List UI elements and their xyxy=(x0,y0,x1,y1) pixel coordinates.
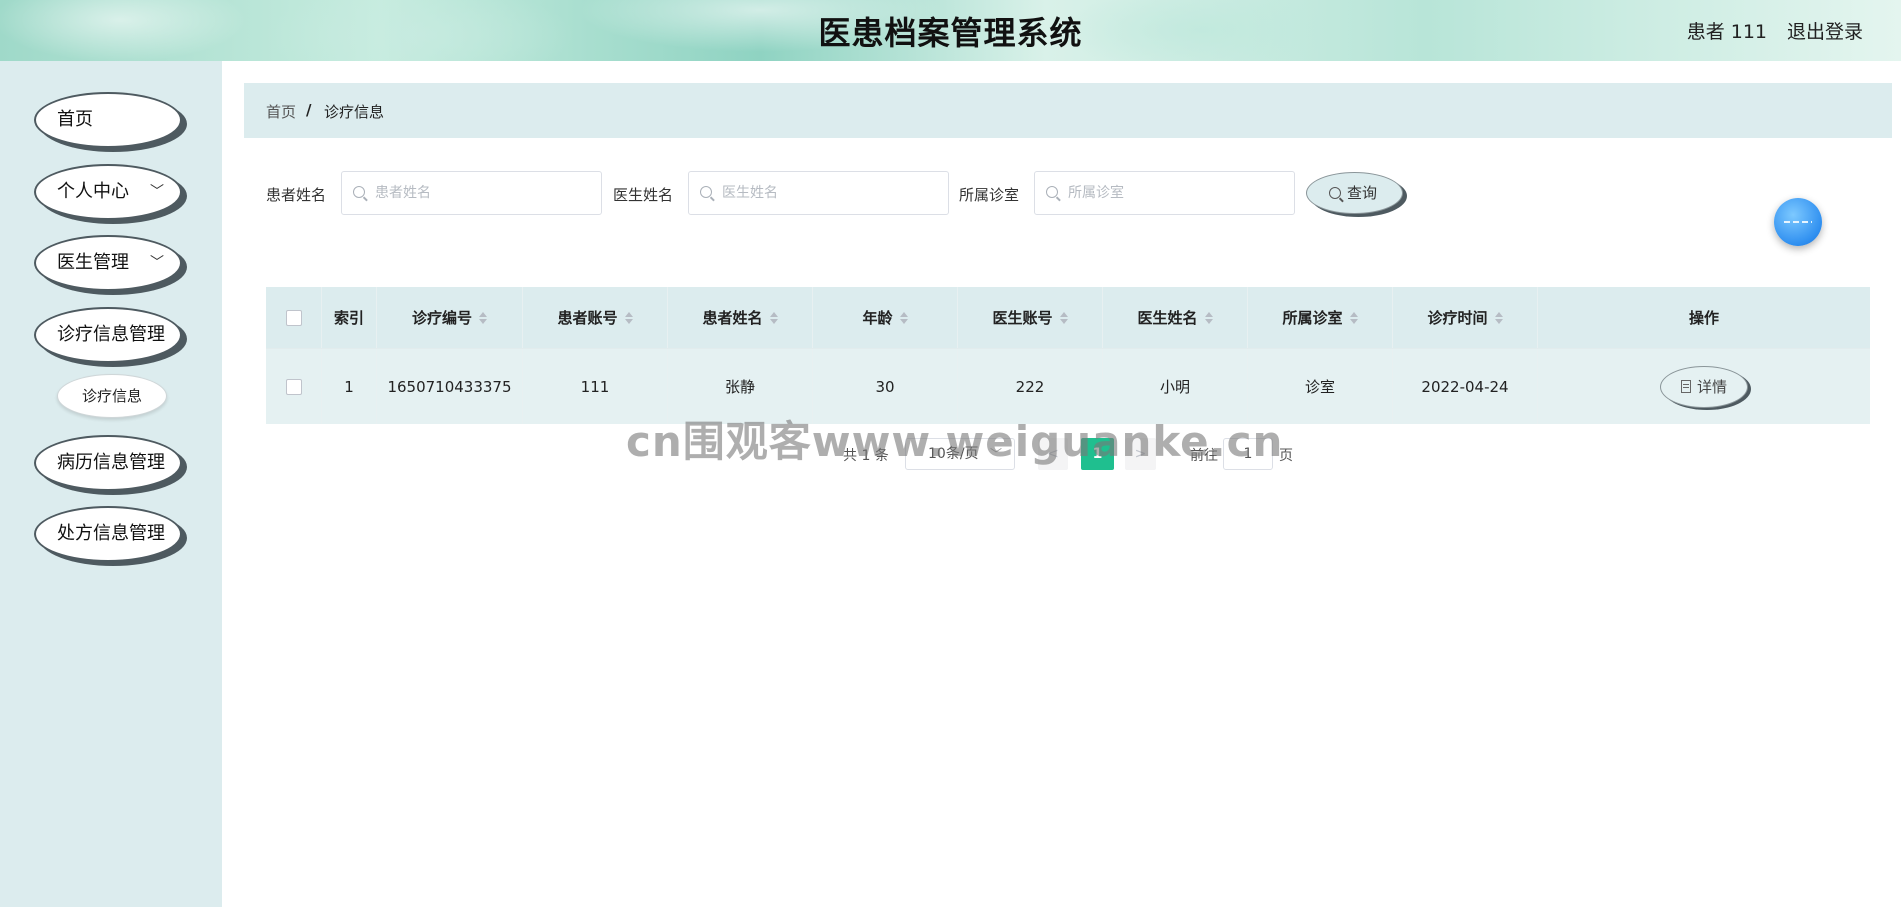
column-header[interactable]: 所属诊室 xyxy=(1247,287,1392,348)
column-header[interactable]: 年龄 xyxy=(812,287,957,348)
patient-name-label: 患者姓名 xyxy=(266,186,327,204)
page-size-select[interactable]: 10条/页 ﹀ xyxy=(905,438,1015,470)
row-select-cell xyxy=(266,349,321,424)
column-header[interactable]: 患者账号 xyxy=(522,287,667,348)
chevron-down-icon: ﹀ xyxy=(150,184,164,200)
document-icon xyxy=(1680,380,1691,393)
column-header[interactable]: 医生姓名 xyxy=(1102,287,1247,348)
next-page-button[interactable]: > xyxy=(1125,438,1156,470)
sort-icon[interactable] xyxy=(899,311,908,325)
chevron-down-icon: ﹀ xyxy=(989,447,1002,461)
sidebar-subitem-label: 诊疗信息 xyxy=(81,387,142,405)
sort-icon[interactable] xyxy=(1494,311,1503,325)
table-cell: 222 xyxy=(957,349,1102,424)
breadcrumb-home[interactable]: 首页 xyxy=(266,101,296,122)
search-icon xyxy=(700,186,712,198)
chevron-down-icon: ﹀ xyxy=(150,255,164,271)
detail-button-label: 详情 xyxy=(1696,378,1727,396)
clinic-input[interactable] xyxy=(1034,171,1295,215)
search-icon xyxy=(353,186,365,198)
sidebar-subitem-treatment-info[interactable]: 诊疗信息 xyxy=(57,374,167,418)
query-button-label: 查询 xyxy=(1347,184,1378,202)
top-header: 医患档案管理系统 患者 111 退出登录 xyxy=(0,0,1901,61)
sidebar-item-doctor-management[interactable]: 医生管理 ﹀ xyxy=(34,235,182,291)
sort-icon[interactable] xyxy=(769,311,778,325)
table-cell: 1650710433375 xyxy=(376,349,522,424)
sidebar-item-label: 处方信息管理 xyxy=(57,523,165,544)
sidebar-item-home[interactable]: 首页 xyxy=(34,92,182,148)
sort-icon[interactable] xyxy=(1204,311,1213,325)
sort-icon[interactable] xyxy=(624,311,633,325)
table-header: 索引 诊疗编号 患者账号 患者姓名 年龄 医生账号 医生姓名 所属诊室 诊疗时间… xyxy=(266,287,1870,348)
table-cell: 30 xyxy=(812,349,957,424)
clinic-label: 所属诊室 xyxy=(959,186,1020,204)
select-all-checkbox[interactable] xyxy=(285,309,302,326)
column-header[interactable]: 患者姓名 xyxy=(667,287,812,348)
treatment-table: 索引 诊疗编号 患者账号 患者姓名 年龄 医生账号 医生姓名 所属诊室 诊疗时间… xyxy=(266,287,1870,424)
page-suffix-label: 页 xyxy=(1279,448,1293,464)
query-button[interactable]: 查询 xyxy=(1306,172,1403,214)
row-checkbox[interactable] xyxy=(285,378,302,395)
current-user: 患者 111 xyxy=(1686,21,1767,43)
table-row: 1 1650710433375 111 张静 30 222 小明 诊室 2022… xyxy=(266,348,1870,424)
column-header[interactable]: 诊疗编号 xyxy=(376,287,522,348)
page-size-value: 10条/页 xyxy=(928,446,979,462)
sidebar-item-medical-record-management[interactable]: 病历信息管理 xyxy=(34,435,182,491)
sidebar: 首页 个人中心 ﹀ 医生管理 ﹀ 诊疗信息管理 诊疗信息 病历信息管理 处方信息… xyxy=(0,61,222,907)
column-header: 操作 xyxy=(1537,287,1870,348)
table-cell: 2022-04-24 xyxy=(1392,349,1537,424)
detail-button[interactable]: 详情 xyxy=(1660,365,1748,408)
column-header[interactable]: 诊疗时间 xyxy=(1392,287,1537,348)
sidebar-item-label: 医生管理 xyxy=(57,252,129,273)
app-title: 医患档案管理系统 xyxy=(818,14,1083,52)
search-icon xyxy=(1046,186,1058,198)
sidebar-item-treatment-management[interactable]: 诊疗信息管理 xyxy=(34,307,182,363)
patient-name-input[interactable] xyxy=(341,171,602,215)
floating-assistant-button[interactable] xyxy=(1774,198,1822,246)
select-all-cell xyxy=(266,287,321,348)
sidebar-item-label: 诊疗信息管理 xyxy=(57,324,165,345)
table-cell: 小明 xyxy=(1102,349,1247,424)
sort-icon[interactable] xyxy=(1349,311,1358,325)
doctor-name-label: 医生姓名 xyxy=(613,186,674,204)
table-cell: 诊室 xyxy=(1247,349,1392,424)
pagination-total: 共 1 条 xyxy=(843,448,889,464)
action-cell: 详情 xyxy=(1537,349,1870,424)
column-header: 索引 xyxy=(321,287,376,348)
breadcrumb: 首页 / 诊疗信息 xyxy=(244,83,1892,138)
page-number-current[interactable]: 1 xyxy=(1081,438,1114,470)
sidebar-item-prescription-management[interactable]: 处方信息管理 xyxy=(34,506,182,562)
table-cell: 111 xyxy=(522,349,667,424)
sidebar-item-label: 个人中心 xyxy=(57,181,129,202)
breadcrumb-separator: / xyxy=(306,101,312,119)
sort-icon[interactable] xyxy=(479,311,487,325)
sidebar-item-label: 病历信息管理 xyxy=(57,452,165,473)
table-cell: 1 xyxy=(321,349,376,424)
doctor-name-input[interactable] xyxy=(688,171,949,215)
sidebar-item-label: 首页 xyxy=(57,109,93,130)
sidebar-item-personal-center[interactable]: 个人中心 ﹀ xyxy=(34,164,182,220)
column-header[interactable]: 医生账号 xyxy=(957,287,1102,348)
sort-icon[interactable] xyxy=(1059,311,1068,325)
prev-page-button[interactable]: < xyxy=(1038,438,1068,470)
goto-label: 前往 xyxy=(1190,448,1218,464)
breadcrumb-current: 诊疗信息 xyxy=(324,103,385,121)
logout-link[interactable]: 退出登录 xyxy=(1787,17,1863,44)
table-cell: 张静 xyxy=(667,349,812,424)
search-icon xyxy=(1329,187,1341,199)
goto-page-input[interactable]: 1 xyxy=(1223,438,1273,470)
